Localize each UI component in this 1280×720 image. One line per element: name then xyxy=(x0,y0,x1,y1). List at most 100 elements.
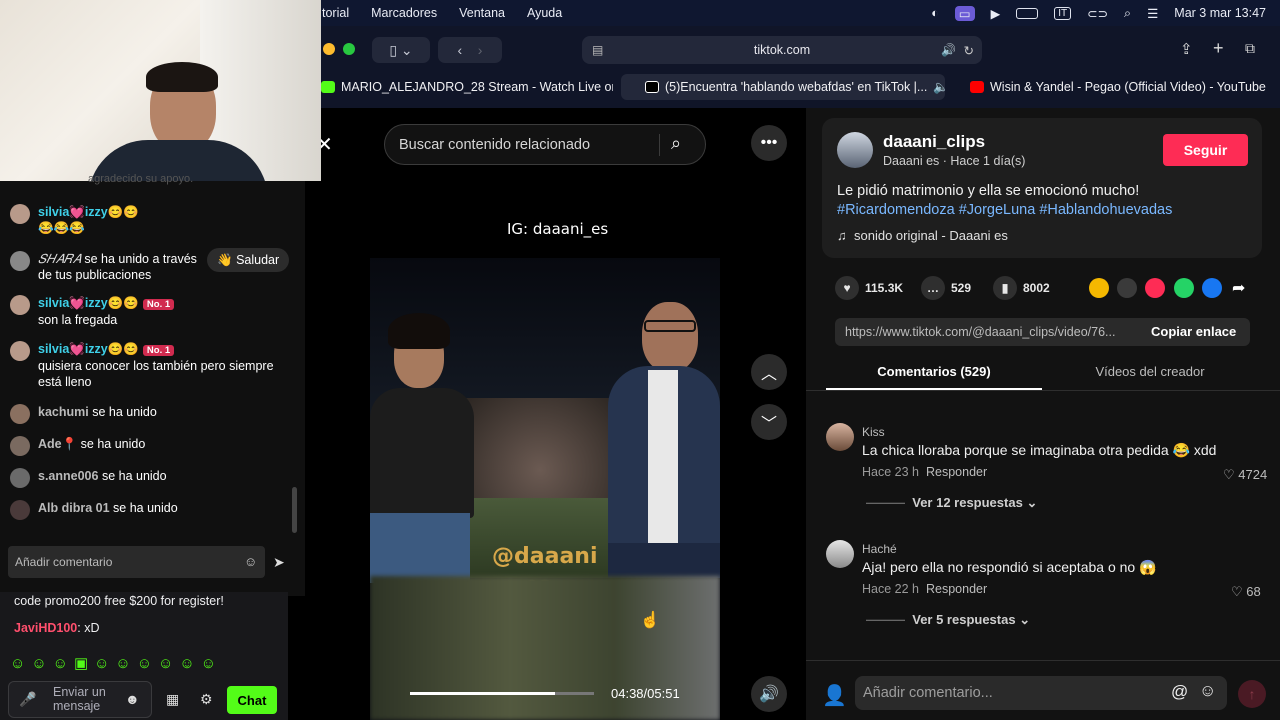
previous-video-button[interactable]: ︿ xyxy=(751,354,787,390)
author-avatar[interactable] xyxy=(837,132,873,168)
audio-icon[interactable]: 🔊 xyxy=(941,43,956,57)
reload-icon[interactable]: ↻ xyxy=(964,43,974,58)
send-icon[interactable] xyxy=(1145,278,1165,298)
tab-overview-icon[interactable]: ⧉ xyxy=(1245,40,1255,57)
chat-avatar[interactable] xyxy=(10,436,30,456)
tab-youtube[interactable]: Wisin & Yandel - Pegao (Official Video) … xyxy=(970,74,1270,100)
emoji-icon[interactable]: ☺ xyxy=(244,554,257,569)
status-app-icon[interactable]: ◐ xyxy=(931,6,939,20)
chat-user[interactable]: Alb dibra 01 xyxy=(38,500,110,516)
play-icon[interactable]: ▶ xyxy=(991,6,1001,21)
video-player[interactable]: @daaani es 04:38/05:51 ☝ xyxy=(370,258,720,720)
chat-user[interactable]: kachumi xyxy=(38,404,89,420)
chat-avatar[interactable] xyxy=(10,468,30,488)
menu-item-tutorial[interactable]: torial xyxy=(322,6,349,20)
video-hashtags[interactable]: #Ricardomendoza #JorgeLuna #Hablandohuev… xyxy=(837,202,1172,218)
chat-avatar[interactable] xyxy=(10,295,30,315)
minimize-window-button[interactable] xyxy=(323,43,335,55)
chat-user[interactable]: silvia💓izzy😊😊 xyxy=(38,342,139,356)
chat-avatar[interactable] xyxy=(10,204,30,224)
chat-user[interactable]: 𝑆𝐻𝐴𝑅𝐴 xyxy=(38,252,81,266)
store-icon[interactable]: ▦ xyxy=(166,691,179,708)
new-tab-icon[interactable]: + xyxy=(1213,38,1224,59)
settings-icon[interactable]: ⚙ xyxy=(200,691,213,708)
comment-like[interactable]: ♡ 68 xyxy=(1231,584,1261,600)
save-stat[interactable]: ▮ 8002 xyxy=(993,276,1050,300)
sound-row[interactable]: ♫ sonido original - Daaani es xyxy=(837,228,1008,243)
next-video-button[interactable]: ﹀ xyxy=(751,404,787,440)
view-replies-button[interactable]: ——— Ver 12 respuestas ⌄ xyxy=(866,495,1037,511)
author-handle[interactable]: daaani_clips xyxy=(883,132,985,152)
chat-avatar[interactable] xyxy=(10,251,30,271)
view-replies-button[interactable]: ——— Ver 5 respuestas ⌄ xyxy=(866,612,1030,628)
tab-audio-icon[interactable]: 🔈 xyxy=(933,80,945,95)
stream-chat-input[interactable]: 🎤 Enviar un mensaje ☻ xyxy=(8,681,152,718)
microphone-icon[interactable]: 🎤 xyxy=(19,691,36,708)
repost-icon[interactable] xyxy=(1089,278,1109,298)
emoji-icon[interactable]: ☻ xyxy=(125,691,140,707)
commenter-avatar[interactable] xyxy=(826,540,854,568)
search-icon[interactable]: ⌕ xyxy=(671,133,681,154)
chat-avatar[interactable] xyxy=(10,341,30,361)
sidebar-toggle-button[interactable]: ▯ ⌄ xyxy=(372,37,430,63)
more-share-icon[interactable]: ➦ xyxy=(1232,278,1245,298)
copy-link-button[interactable]: Copiar enlace xyxy=(1151,324,1236,339)
whatsapp-icon[interactable] xyxy=(1174,278,1194,298)
link-icon[interactable]: ⊂⊃ xyxy=(1087,6,1108,21)
maximize-window-button[interactable] xyxy=(343,43,355,55)
chat-user[interactable]: silvia💓izzy😊😊 xyxy=(38,296,139,310)
reply-button[interactable]: Responder xyxy=(926,465,987,479)
emote-bar[interactable]: ☺☺☺▣☺☺☺☺☺☺ xyxy=(10,654,222,672)
chat-user[interactable]: Ade📍 xyxy=(38,436,77,452)
tab-kick-stream[interactable]: MARIO_ALEJANDRO_28 Stream - Watch Live o… xyxy=(321,74,613,100)
follow-button[interactable]: Seguir xyxy=(1163,134,1248,166)
page-settings-icon[interactable]: ▤ xyxy=(592,43,603,57)
back-icon[interactable]: ‹ xyxy=(458,42,463,58)
control-center-icon[interactable]: ☰ xyxy=(1147,6,1158,21)
greet-button[interactable]: 👋 Saludar xyxy=(207,248,290,272)
embed-icon[interactable] xyxy=(1117,278,1137,298)
tab-creator-videos[interactable]: Vídeos del creador xyxy=(1042,364,1258,390)
comment-user[interactable]: Haché xyxy=(862,542,897,556)
screen-mirroring-icon[interactable]: ▭ xyxy=(954,5,975,21)
like-stat[interactable]: ♥ 115.3K xyxy=(835,276,903,300)
menubar-clock[interactable]: Mar 3 mar 13:47 xyxy=(1174,6,1266,20)
video-link-field[interactable]: https://www.tiktok.com/@daaani_clips/vid… xyxy=(835,318,1250,346)
input-source-badge[interactable]: IT xyxy=(1054,6,1072,20)
chat-user[interactable]: silvia💓izzy😊😊 xyxy=(38,205,139,219)
volume-button[interactable]: 🔊 xyxy=(751,676,787,712)
live-comment-input[interactable]: Añadir comentario ☺ xyxy=(8,546,265,578)
chat-user[interactable]: s.anne006 xyxy=(38,468,98,484)
more-options-button[interactable]: ••• xyxy=(751,125,787,161)
comment-like[interactable]: ♡ 4724 xyxy=(1223,467,1267,483)
chat-send-button[interactable]: Chat xyxy=(227,686,277,714)
facebook-icon[interactable] xyxy=(1202,278,1222,298)
back-forward-buttons[interactable]: ‹ › xyxy=(438,37,502,63)
menu-item-bookmarks[interactable]: Marcadores xyxy=(371,6,437,20)
tab-comments[interactable]: Comentarios (529) xyxy=(826,364,1042,390)
progress-track[interactable] xyxy=(410,692,594,695)
commenter-avatar[interactable] xyxy=(826,423,854,451)
share-icon[interactable]: ⇪ xyxy=(1180,40,1193,58)
add-comment-input[interactable]: Añadir comentario... @ ☺ xyxy=(855,676,1227,710)
forward-icon[interactable]: › xyxy=(478,42,483,58)
menu-item-help[interactable]: Ayuda xyxy=(527,6,562,20)
tab-tiktok[interactable]: (5)Encuentra 'hablando webafdas' en TikT… xyxy=(621,74,945,100)
search-icon[interactable]: ⌕ xyxy=(1124,6,1131,21)
emoji-icon[interactable]: ☺ xyxy=(1199,681,1216,701)
menu-item-window[interactable]: Ventana xyxy=(459,6,505,20)
related-search-input[interactable]: Buscar contenido relacionado ⌕ xyxy=(384,124,706,165)
battery-icon[interactable] xyxy=(1016,7,1039,19)
chat-scrollbar[interactable] xyxy=(292,487,297,533)
mention-icon[interactable]: @ xyxy=(1171,682,1188,702)
address-bar[interactable]: ▤ tiktok.com 🔊 ↻ xyxy=(582,36,982,64)
comment-user[interactable]: Kiss xyxy=(862,425,885,439)
chat-avatar[interactable] xyxy=(10,500,30,520)
post-comment-button[interactable]: ↑ xyxy=(1238,680,1266,708)
chat-avatar[interactable] xyxy=(10,404,30,424)
stream-chat-user[interactable]: JaviHD100 xyxy=(14,621,77,635)
comment-stat[interactable]: … 529 xyxy=(921,276,971,300)
user-avatar-icon[interactable]: 👤 xyxy=(822,683,847,708)
reply-button[interactable]: Responder xyxy=(926,582,987,596)
send-arrow-icon[interactable]: ➤ xyxy=(273,554,285,571)
